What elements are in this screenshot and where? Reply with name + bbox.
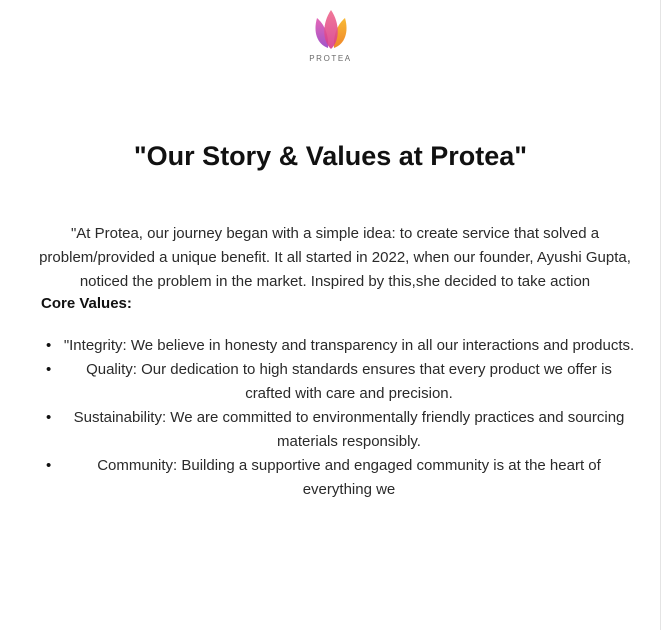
core-values-heading: Core Values: [41, 295, 132, 312]
brand-logo[interactable]: PROTEA [0, 8, 661, 63]
core-value-text: Quality: Our dedication to high standard… [86, 361, 612, 402]
core-value-text: Community: Building a supportive and eng… [97, 457, 601, 498]
bullet-icon: • [46, 337, 52, 354]
bullet-icon: • [46, 409, 52, 426]
core-value-text: "Integrity: We believe in honesty and tr… [63, 337, 635, 354]
list-item: • Quality: Our dedication to high standa… [46, 358, 636, 406]
protea-flower-icon [314, 10, 347, 49]
intro-paragraph: "At Protea, our journey began with a sim… [39, 225, 631, 290]
bullet-icon: • [46, 457, 52, 474]
bullet-icon: • [46, 361, 52, 378]
core-value-text: Sustainability: We are committed to envi… [73, 409, 625, 450]
list-item: • "Integrity: We believe in honesty and … [46, 334, 636, 358]
list-item: • Sustainability: We are committed to en… [46, 406, 636, 454]
page-title: "Our Story & Values at Protea" [133, 141, 528, 171]
brand-name: PROTEA [309, 54, 352, 63]
core-values-list: • "Integrity: We believe in honesty and … [46, 334, 636, 502]
list-item: • Community: Building a supportive and e… [46, 454, 636, 502]
